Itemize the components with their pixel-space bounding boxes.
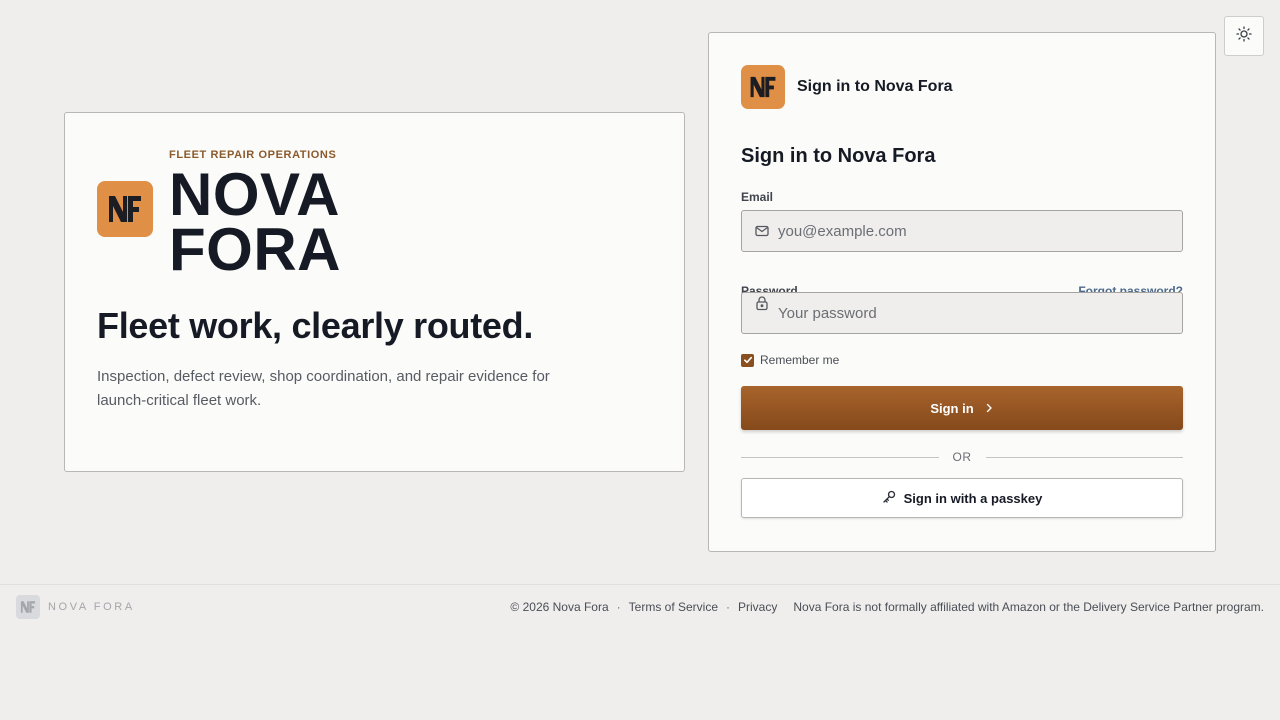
brand-wordmark: NOVA FORA <box>169 161 341 283</box>
email-field <box>741 210 1183 252</box>
brand-logo <box>97 181 153 237</box>
passkey-button-label: Sign in with a passkey <box>903 490 1043 506</box>
sign-in-button-label: Sign in <box>930 400 974 416</box>
signin-card: Sign in to Nova Fora Sign in to Nova For… <box>708 32 1216 552</box>
privacy-link[interactable]: Privacy <box>738 600 777 614</box>
signin-card-header: Sign in to Nova Fora <box>741 65 1183 109</box>
email-input[interactable] <box>742 211 1182 251</box>
chevron-right-icon <box>984 401 994 416</box>
or-divider: OR <box>741 450 1183 464</box>
key-icon <box>882 490 896 507</box>
passkey-button[interactable]: Sign in with a passkey <box>741 478 1183 518</box>
footer-links: © 2026 Nova Fora · Terms of Service · Pr… <box>510 600 1264 614</box>
footer-brand: NOVA FORA <box>16 594 135 619</box>
footer-logo <box>16 594 40 619</box>
hero-tagline: Inspection, defect review, shop coordina… <box>97 368 550 409</box>
footer-brand-name: NOVA FORA <box>48 600 135 613</box>
brand-wordmark-line2: FORA <box>169 216 341 283</box>
remember-me-checkbox[interactable] <box>741 353 754 367</box>
divider-label: OR <box>952 450 972 464</box>
remember-me[interactable]: Remember me <box>741 353 1183 367</box>
sign-in-button[interactable]: Sign in <box>741 386 1183 430</box>
brand-eyebrow: FLEET REPAIR OPERATIONS <box>169 149 337 161</box>
divider-line-left <box>741 456 939 458</box>
separator-dot: · <box>616 599 621 614</box>
signin-header-title: Sign in to Nova Fora <box>797 78 953 95</box>
nf-monogram-icon <box>109 196 141 222</box>
separator-dot: · <box>726 599 731 614</box>
brand-wordmark-line1: NOVA <box>169 161 340 228</box>
brand-logo-small <box>741 65 785 109</box>
theme-toggle-button[interactable] <box>1224 16 1264 56</box>
brand-lockup: FLEET REPAIR OPERATIONS NOVA FORA <box>97 149 652 283</box>
password-input[interactable] <box>742 293 1182 333</box>
check-icon <box>743 356 752 364</box>
form-title: Sign in to Nova Fora <box>741 145 936 167</box>
nf-monogram-icon <box>750 76 776 98</box>
lock-icon <box>754 295 770 311</box>
terms-link[interactable]: Terms of Service <box>629 600 718 614</box>
mail-icon <box>754 223 770 239</box>
remember-me-label: Remember me <box>760 353 840 367</box>
copyright: © 2026 Nova Fora <box>510 599 609 614</box>
sun-icon <box>1236 25 1252 47</box>
brand-text: FLEET REPAIR OPERATIONS NOVA FORA <box>169 149 341 283</box>
footer: NOVA FORA © 2026 Nova Fora · Terms of Se… <box>0 584 1280 628</box>
password-field <box>741 292 1183 334</box>
nf-monogram-icon <box>20 600 36 613</box>
hero-card: FLEET REPAIR OPERATIONS NOVA FORA Fleet … <box>64 112 685 472</box>
divider-line-right <box>985 456 1183 458</box>
footer-disclaimer: Nova Fora is not formally affiliated wit… <box>793 599 1264 614</box>
hero-headline: Fleet work, clearly routed. <box>97 305 534 346</box>
email-label: Email <box>741 190 774 204</box>
